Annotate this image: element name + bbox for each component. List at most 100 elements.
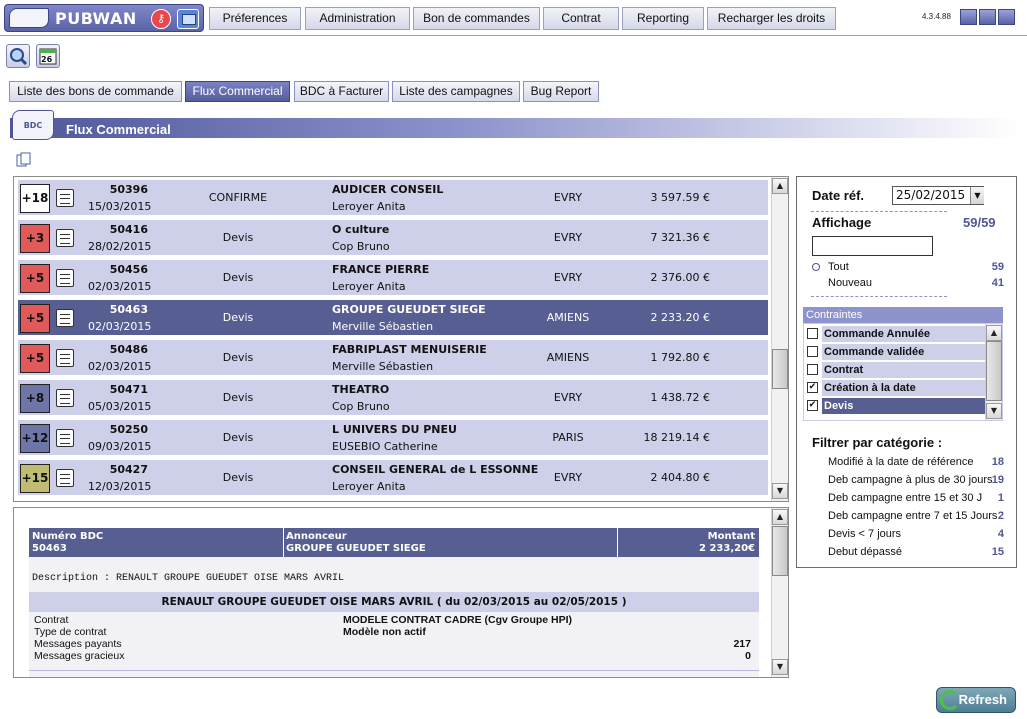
category-count: 19 [991,474,1004,486]
scroll-down-icon[interactable]: ▼ [772,659,788,675]
key-icon[interactable]: ⚷ [151,9,171,29]
scroll-down-icon[interactable]: ▼ [772,483,788,499]
app-logo-block: PUBWAN ⚷ [4,4,204,32]
order-detail-panel: Numéro BDC 50463 Annonceur GROUPE GUEUDE… [13,507,789,678]
separator [811,296,947,297]
document-icon[interactable] [56,349,74,367]
category-count: 18 [991,456,1004,468]
order-status: Devis [222,391,254,404]
order-amount: 1 438.72 € [650,391,710,404]
nav-preferences[interactable]: Préferences [209,7,301,30]
document-icon[interactable] [56,429,74,447]
search-doc-icon[interactable] [6,44,30,68]
order-row[interactable]: +5 50456 02/03/2015 Devis FRANCE PIERRE Leroy… [17,259,769,296]
radio-icon[interactable] [812,263,820,271]
filter-tout-count: 59 [991,261,1004,273]
tab-flux-commercial[interactable]: Flux Commercial [185,81,290,102]
order-delay-badge: +18 [20,184,50,213]
order-amount: 3 597.59 € [650,191,710,204]
order-city: EVRY [553,191,583,204]
tab-liste-campagnes[interactable]: Liste des campagnes [392,81,520,102]
scroll-thumb[interactable] [986,341,1002,401]
chevron-down-icon[interactable]: ▼ [970,187,984,204]
constraint-item[interactable]: ✔ Devis [805,398,985,414]
tab-bdc-a-facturer[interactable]: BDC à Facturer [294,81,389,102]
nav-recharger-les-droits[interactable]: Recharger les droits [707,7,836,30]
category-item[interactable]: Deb campagne entre 15 et 30 J [828,492,982,504]
document-icon[interactable] [56,309,74,327]
checkbox[interactable] [807,328,818,339]
order-date: 09/03/2015 [88,440,152,453]
document-icon[interactable] [56,469,74,487]
checkbox[interactable] [807,364,818,375]
category-item[interactable]: Deb campagne entre 7 et 15 Jours [828,510,997,522]
order-delay-badge: +8 [20,384,50,413]
order-client: L UNIVERS DU PNEU [332,423,457,436]
scroll-up-icon[interactable]: ▲ [986,325,1002,341]
document-icon[interactable] [56,389,74,407]
field-label: Contrat [34,614,69,626]
order-date: 12/03/2015 [88,480,152,493]
checkbox-checked[interactable]: ✔ [807,382,818,393]
constraint-item[interactable]: ✔ Création à la date [805,380,985,396]
scroll-thumb[interactable] [772,349,788,389]
filter-nouveau[interactable]: Nouveau [828,277,872,289]
constraint-item[interactable]: Commande Annulée [805,326,985,342]
constraints-scrollbar[interactable]: ▲ ▼ [985,324,1002,420]
scroll-down-icon[interactable]: ▼ [986,403,1002,419]
order-city: EVRY [553,271,583,284]
nav-contrat[interactable]: Contrat [543,7,619,30]
category-item[interactable]: Devis < 7 jours [828,528,901,540]
calendar-icon[interactable]: 26 [36,44,60,68]
order-row[interactable]: +3 50416 28/02/2015 Devis O culture Cop Bruno… [17,219,769,256]
detail-divider [29,670,759,671]
order-number: 50471 [109,383,148,396]
field-label: Type de contrat [34,626,107,638]
detail-scrollbar[interactable]: ▲ ▼ [771,508,788,677]
order-row[interactable]: +5 50463 02/03/2015 Devis GROUPE GUEUDET SIE… [17,299,769,336]
minimize-icon[interactable] [960,9,977,25]
tab-bug-report[interactable]: Bug Report [523,81,599,102]
category-item[interactable]: Debut dépassé [828,546,902,558]
document-icon[interactable] [56,229,74,247]
order-number: 50250 [109,423,148,436]
order-list-scrollbar[interactable]: ▲ ▼ [771,177,788,501]
category-item[interactable]: Deb campagne à plus de 30 jours [828,474,993,486]
nav-bon-de-commandes[interactable]: Bon de commandes [413,7,540,30]
order-row[interactable]: +15 50427 12/03/2015 Devis CONSEIL GENERAL d… [17,459,769,496]
constraint-item[interactable]: Commande validée [805,344,985,360]
filter-tout[interactable]: Tout [828,261,849,273]
field-number: 0 [745,650,751,662]
order-amount: 2 376.00 € [650,271,710,284]
filter-panel: Date réf. 25/02/2015 ▼ Affichage 59/59 T… [796,176,1017,568]
order-row[interactable]: +5 50486 02/03/2015 Devis FABRIPLAST MENUISE… [17,339,769,376]
order-city: EVRY [553,471,583,484]
checkbox[interactable] [807,346,818,357]
separator [811,211,947,212]
order-date: 28/02/2015 [88,240,152,253]
nav-administration[interactable]: Administration [305,7,410,30]
close-icon[interactable] [998,9,1015,25]
tab-liste-bons-commande[interactable]: Liste des bons de commande [9,81,182,102]
search-input[interactable] [812,236,933,256]
category-item[interactable]: Modifié à la date de référence [828,456,974,468]
category-count: 15 [991,546,1004,558]
scroll-thumb[interactable] [772,526,788,576]
maximize-icon[interactable] [979,9,996,25]
order-row[interactable]: +12 50250 09/03/2015 Devis L UNIVERS DU PNEU… [17,419,769,456]
detail-campaign: RENAULT GROUPE GUEUDET OISE MARS AVRIL (… [29,592,759,612]
order-date: 15/03/2015 [88,200,152,213]
screen-icon[interactable] [177,9,199,29]
order-row[interactable]: +18 50396 15/03/2015 CONFIRME AUDICER CONSEI… [17,179,769,216]
nav-reporting[interactable]: Reporting [622,7,704,30]
checkbox-checked[interactable]: ✔ [807,400,818,411]
date-ref-label: Date réf. [812,188,865,203]
scroll-up-icon[interactable]: ▲ [772,509,788,525]
scroll-up-icon[interactable]: ▲ [772,178,788,194]
document-icon[interactable] [56,189,74,207]
order-row[interactable]: +8 50471 05/03/2015 Devis THEATRO Cop Bruno EV… [17,379,769,416]
order-status: CONFIRME [208,191,268,204]
copy-icon[interactable] [16,152,32,168]
constraint-item[interactable]: Contrat [805,362,985,378]
document-icon[interactable] [56,269,74,287]
